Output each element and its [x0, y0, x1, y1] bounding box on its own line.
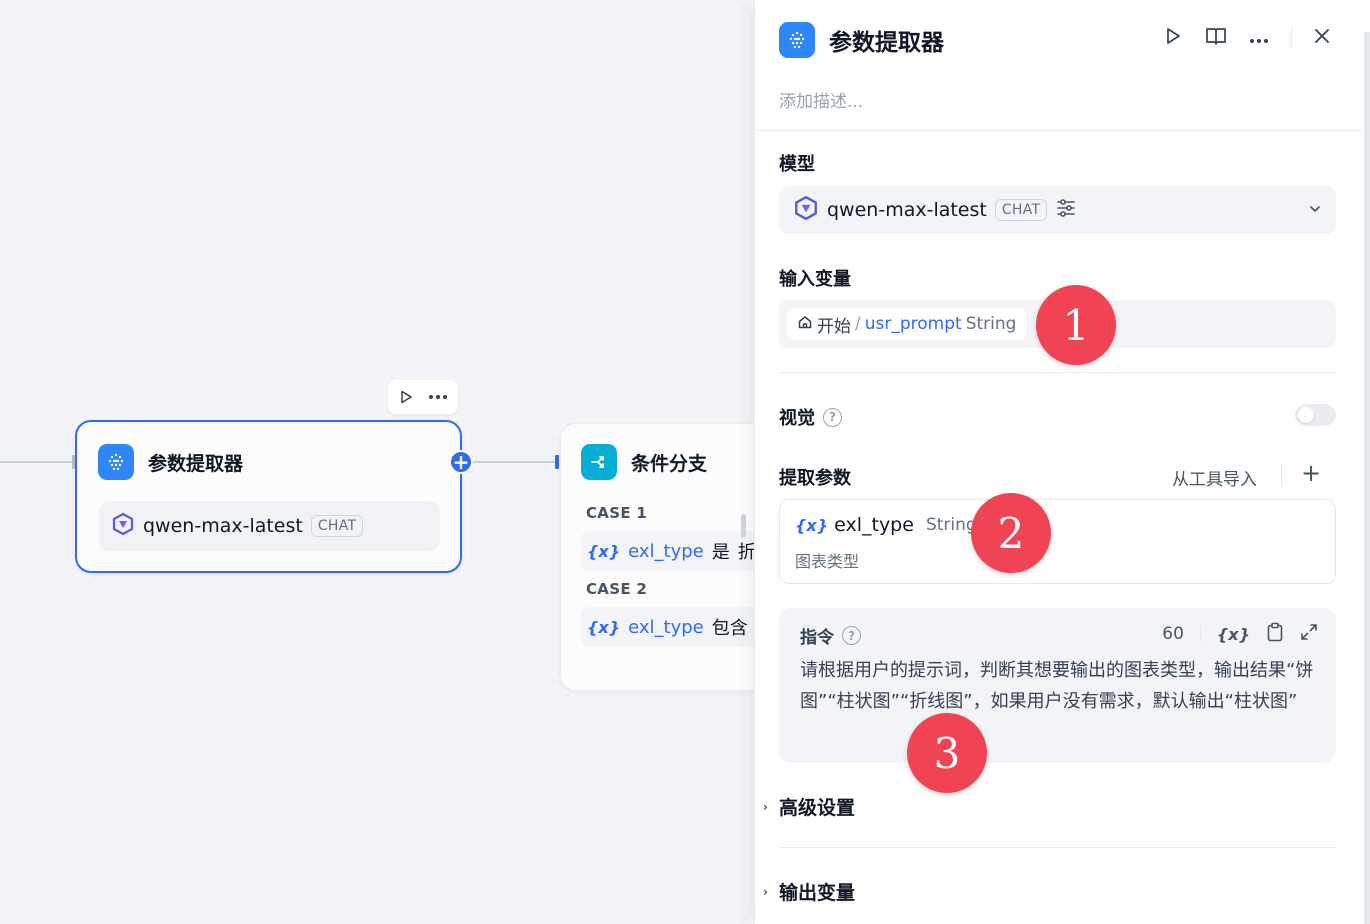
- param-description: 图表类型: [795, 552, 860, 571]
- case-2-label: CASE 2: [586, 580, 648, 598]
- variable-icon: {x}: [587, 617, 621, 637]
- vision-label: 视觉 ?: [779, 404, 842, 430]
- output-variables-label: 输出变量: [779, 882, 856, 904]
- case-1-condition: {x} exl_type 是 折线: [581, 531, 781, 571]
- panel-scrollbar[interactable]: [1364, 32, 1370, 924]
- model-label: 模型: [779, 150, 815, 176]
- extractor-node-model-name: qwen-max-latest: [143, 515, 303, 537]
- import-from-tool-button[interactable]: 从工具导入: [1172, 465, 1257, 490]
- panel-actions: [1163, 26, 1330, 50]
- home-icon: [797, 314, 813, 335]
- run-step-icon[interactable]: [1163, 26, 1183, 50]
- annotation-marker-1: 1: [1036, 285, 1116, 365]
- clipboard-icon[interactable]: [1266, 622, 1284, 646]
- edge-extractor-to-branch: [462, 461, 558, 463]
- divider: [1291, 27, 1292, 49]
- description-input[interactable]: 添加描述...: [779, 87, 863, 112]
- divider: [1281, 464, 1282, 486]
- qwen-logo-icon: [793, 195, 819, 225]
- extractor-node[interactable]: 参数提取器 qwen-max-latest CHAT: [75, 420, 462, 573]
- add-next-node-button[interactable]: +: [449, 450, 473, 474]
- input-variable-separator: /: [855, 314, 861, 334]
- node-settings-panel: 参数提取器 添加描述... 模型 qwen-max-latest CHAT 输入: [754, 0, 1370, 924]
- branch-node-title: 条件分支: [631, 452, 708, 475]
- advanced-settings-label: 高级设置: [779, 797, 856, 819]
- parameter-extractor-icon: [98, 444, 134, 480]
- variable-icon: {x}: [587, 541, 621, 561]
- annotation-marker-3: 3: [907, 713, 987, 793]
- more-icon[interactable]: [1249, 29, 1269, 48]
- instruction-label: 指令 ?: [800, 623, 861, 648]
- variable-icon: {x}: [795, 515, 829, 535]
- divider: [1199, 626, 1201, 642]
- chevron-down-icon[interactable]: [1308, 201, 1322, 220]
- model-select[interactable]: qwen-max-latest CHAT: [779, 186, 1336, 234]
- output-variables-toggle[interactable]: › 输出变量: [763, 878, 855, 905]
- extract-params-label-text: 提取参数: [779, 468, 851, 489]
- param-type: String: [925, 515, 977, 535]
- instruction-tools: 60 {x}: [1162, 622, 1318, 646]
- branch-node[interactable]: 条件分支 CASE 1 {x} exl_type 是 折线 CASE 2 {x}…: [560, 423, 781, 691]
- case-2-operator: 包含: [711, 618, 748, 639]
- branch-scrollbar[interactable]: [741, 514, 746, 538]
- case-1-label: CASE 1: [586, 504, 648, 522]
- divider: [755, 130, 1365, 131]
- add-param-button[interactable]: +: [1301, 461, 1321, 485]
- qwen-logo-icon: [111, 512, 135, 540]
- extractor-node-header: 参数提取器: [98, 444, 243, 480]
- run-node-icon[interactable]: [398, 389, 414, 405]
- vision-toggle[interactable]: [1295, 404, 1336, 426]
- input-variable-label-text: 输入变量: [779, 269, 851, 290]
- panel-title[interactable]: 参数提取器: [829, 23, 944, 57]
- annotation-marker-2: 2: [971, 493, 1051, 573]
- case-2-condition: {x} exl_type 包含 柱: [581, 607, 781, 647]
- input-variable-label: 输入变量: [779, 265, 851, 291]
- chevron-right-icon: ›: [763, 799, 768, 814]
- close-icon[interactable]: [1314, 28, 1330, 48]
- insert-variable-icon[interactable]: {x}: [1217, 625, 1250, 644]
- input-variable-node: 开始: [817, 316, 851, 337]
- extractor-node-model: qwen-max-latest CHAT: [99, 501, 440, 551]
- help-icon[interactable]: ?: [842, 626, 861, 645]
- divider: [779, 847, 1336, 848]
- branch-node-header: 条件分支: [581, 444, 707, 480]
- instruction-label-text: 指令: [800, 628, 834, 648]
- param-item[interactable]: {x} exl_type String 图表类型: [779, 499, 1336, 584]
- vision-label-text: 视觉: [779, 408, 815, 429]
- param-item-header: {x} exl_type String: [795, 514, 977, 536]
- model-select-name: qwen-max-latest: [827, 199, 987, 221]
- divider: [779, 372, 1336, 373]
- param-name: exl_type: [834, 514, 914, 536]
- model-mode-badge: CHAT: [310, 515, 364, 537]
- parameter-extractor-icon: [779, 22, 815, 58]
- expand-icon[interactable]: [1300, 623, 1318, 645]
- help-icon[interactable]: ?: [823, 407, 842, 427]
- input-variable-chip[interactable]: 开始 / usr_prompt String: [787, 308, 1027, 340]
- edge-incoming: [0, 461, 76, 463]
- model-params-icon[interactable]: [1055, 197, 1077, 223]
- model-label-text: 模型: [779, 154, 815, 175]
- branch-icon: [581, 444, 617, 480]
- more-icon[interactable]: [428, 394, 448, 400]
- instruction-editor[interactable]: 指令 ? 60 {x} 请根据用户的提示词，判断其想要输出的图表类型，输出结果“…: [779, 608, 1336, 763]
- extractor-node-title: 参数提取器: [148, 452, 244, 475]
- chevron-right-icon: ›: [763, 884, 768, 899]
- instruction-char-count: 60: [1162, 624, 1184, 644]
- help-doc-icon[interactable]: [1205, 26, 1227, 50]
- branch-target-handle[interactable]: [555, 455, 559, 469]
- advanced-settings-toggle[interactable]: › 高级设置: [763, 793, 855, 820]
- case-2-variable: exl_type: [628, 616, 704, 638]
- case-1-variable: exl_type: [628, 540, 704, 562]
- model-mode-badge: CHAT: [994, 199, 1048, 221]
- input-variable-name: usr_prompt: [864, 314, 962, 334]
- extract-params-label: 提取参数: [779, 464, 851, 490]
- input-variable-type: String: [965, 314, 1017, 334]
- node-toolbar: [388, 380, 458, 414]
- instruction-text[interactable]: 请根据用户的提示词，判断其想要输出的图表类型，输出结果“饼图”“柱状图”“折线图…: [800, 655, 1315, 717]
- case-1-operator: 是: [711, 542, 730, 563]
- panel-header: 参数提取器: [779, 22, 944, 58]
